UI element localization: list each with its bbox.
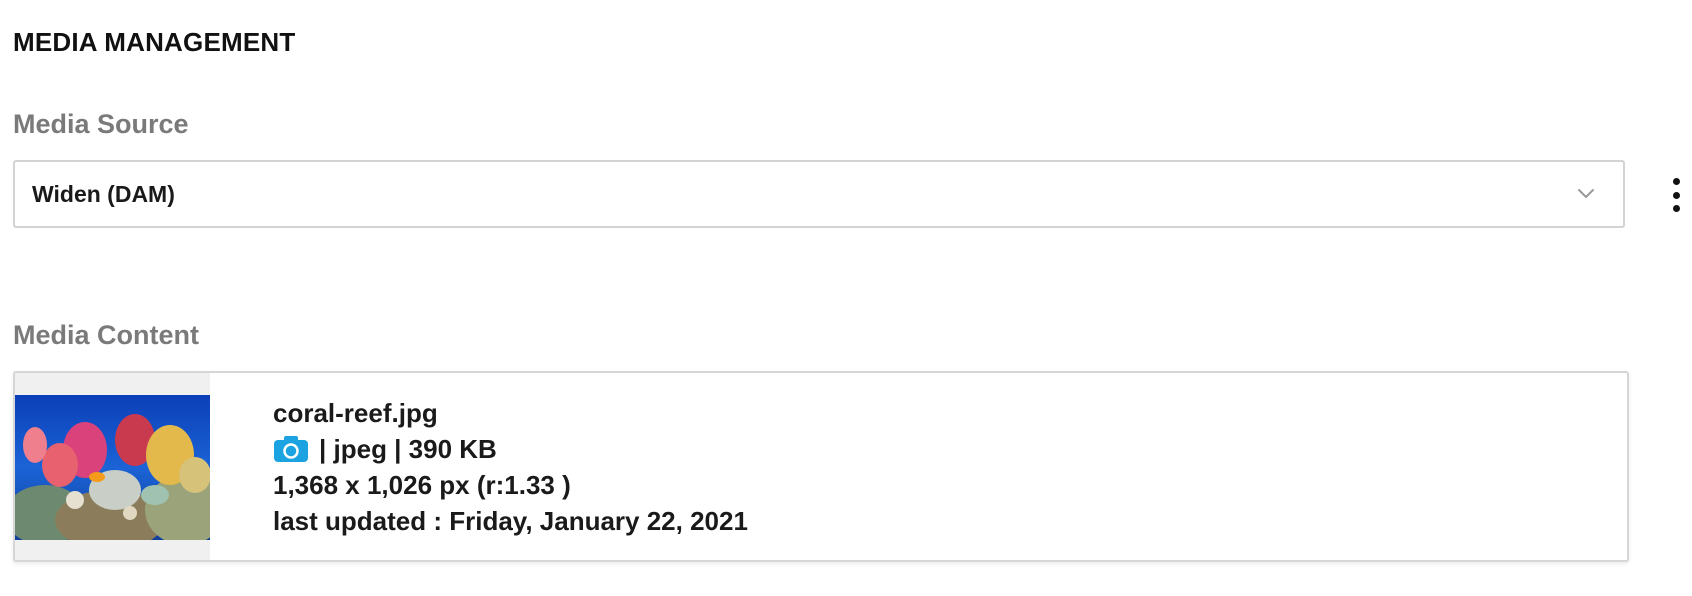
file-type-size: | jpeg | 390 KB <box>319 434 497 464</box>
media-thumbnail[interactable] <box>15 395 210 540</box>
file-name: coral-reef.jpg <box>273 398 438 428</box>
media-details: coral-reef.jpg | jpeg | 390 KB 1,368 x 1… <box>273 395 748 539</box>
media-source-label: Media Source <box>13 109 189 139</box>
media-source-value: Widen (DAM) <box>32 180 175 207</box>
media-management-panel: MEDIA MANAGEMENT Media Source Widen (DAM… <box>0 0 1692 596</box>
more-options-icon[interactable] <box>1662 178 1690 212</box>
camera-icon <box>273 435 309 463</box>
media-content-label: Media Content <box>13 320 199 350</box>
media-content-card[interactable]: coral-reef.jpg | jpeg | 390 KB 1,368 x 1… <box>13 371 1629 562</box>
thumbnail-area <box>15 373 210 560</box>
section-title: MEDIA MANAGEMENT <box>13 27 296 57</box>
image-dimensions: 1,368 x 1,026 px (r:1.33 ) <box>273 470 571 500</box>
chevron-down-icon <box>1577 185 1595 203</box>
media-source-select[interactable]: Widen (DAM) <box>13 160 1625 228</box>
last-updated: last updated : Friday, January 22, 2021 <box>273 506 748 536</box>
